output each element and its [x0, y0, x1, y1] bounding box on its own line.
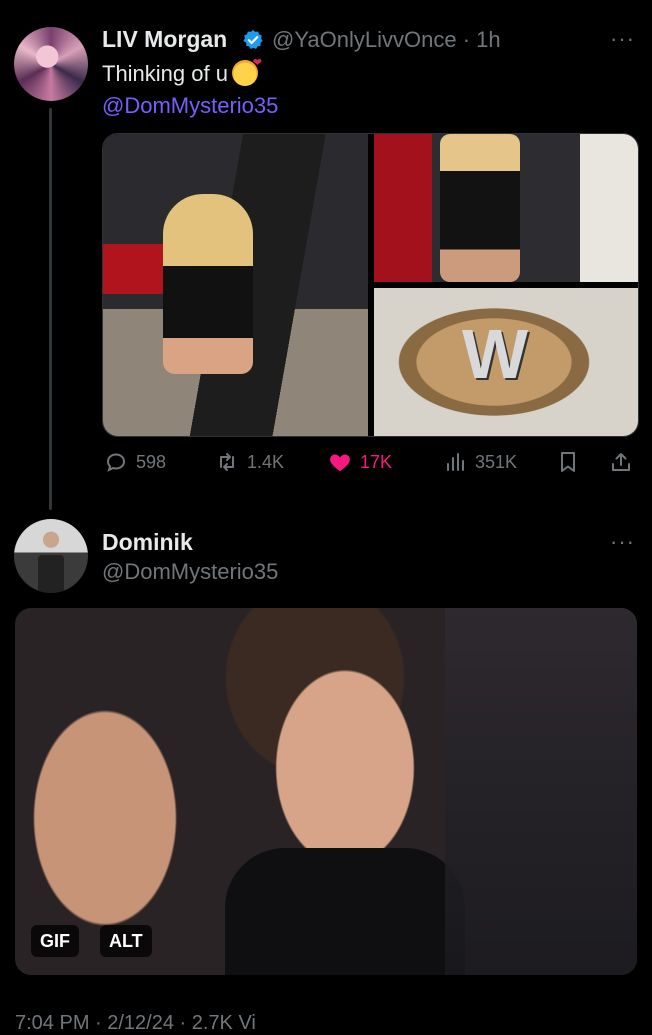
author-handle[interactable]: @YaOnlyLivvOnce · 1h — [272, 27, 501, 53]
views-chart-icon — [447, 453, 464, 471]
photo-mirror-selfie[interactable] — [103, 134, 368, 436]
photo-standing[interactable] — [374, 134, 638, 282]
retweet-icon — [220, 453, 234, 471]
photo-championship-belt[interactable] — [374, 288, 638, 436]
share-icon — [612, 453, 630, 471]
reply-count: 598 — [136, 451, 167, 472]
gif-media[interactable] — [15, 608, 637, 975]
retweet-count: 1.4K — [247, 451, 285, 472]
author-name[interactable]: Dominik — [102, 529, 193, 556]
share-button[interactable] — [609, 450, 633, 474]
retweet-button[interactable]: 1.4K — [215, 450, 284, 474]
like-count: 17K — [360, 451, 393, 472]
tweet-text-content: Thinking of u — [102, 61, 228, 86]
thread-connector-line — [49, 108, 52, 510]
separator: · — [462, 27, 471, 52]
handle-text: @YaOnlyLivvOnce — [272, 27, 457, 52]
author-name[interactable]: LIV Morgan — [102, 26, 227, 53]
photo-grid — [102, 133, 639, 437]
gif-badge: GIF — [31, 925, 79, 957]
heart-filled-icon — [330, 454, 350, 471]
author-handle[interactable]: @DomMysterio35 — [102, 559, 278, 585]
like-button[interactable]: 17K — [328, 450, 392, 474]
bookmark-button[interactable] — [556, 450, 580, 474]
reply-icon — [106, 453, 126, 472]
kiss-emoji-icon — [231, 56, 262, 86]
tweet-text: Thinking of u — [102, 56, 262, 87]
more-options-icon[interactable]: ··· — [610, 26, 635, 52]
views-button[interactable]: 351K — [443, 450, 517, 474]
alt-text-button[interactable]: ALT — [100, 925, 152, 957]
more-options-icon[interactable]: ··· — [610, 529, 635, 555]
views-count: 351K — [475, 451, 518, 472]
reply-button[interactable]: 598 — [104, 450, 166, 474]
bookmark-icon — [561, 452, 575, 472]
avatar[interactable] — [14, 27, 88, 101]
mention-link[interactable]: @DomMysterio35 — [102, 93, 278, 119]
verified-badge-icon — [243, 29, 263, 49]
timestamp[interactable]: 1h — [476, 27, 500, 52]
avatar[interactable] — [14, 519, 88, 593]
